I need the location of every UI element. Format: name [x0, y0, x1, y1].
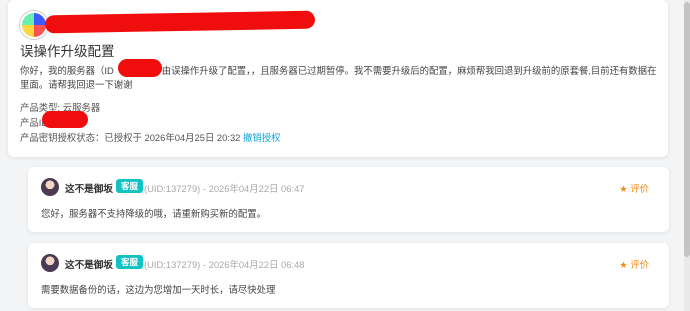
ticket-body-end: 由误操作升级了配置，，且服务器已过期暂停。我不需要升级后的配置，麻烦帮我回退到升… — [20, 65, 657, 90]
agent-name: 这不是御坂 — [65, 260, 113, 271]
staff-badge: 客服 — [116, 255, 144, 269]
reply-text: 您好，服务器不支持降级的哦，请重新购买新的配置。 — [41, 208, 267, 219]
reply-meta: (UID:137279) - 2026年04月22日 06:48 — [144, 259, 305, 270]
reply-meta: (UID:137279) - 2026年04月22日 06:47 — [144, 183, 305, 194]
ticket-body-start: 你好，我的服务器（ID — [20, 65, 114, 76]
auth-status-value: 已授权于 2026年04月25日 20:32 — [104, 132, 241, 143]
redacted-username — [44, 10, 316, 34]
redacted-product-id — [42, 111, 88, 128]
rate-label: 评价 — [630, 183, 649, 194]
scrollbar[interactable] — [684, 0, 690, 311]
redacted-server-id — [118, 59, 162, 77]
user-avatar[interactable] — [20, 11, 48, 39]
agent-avatar — [41, 254, 59, 272]
agent-name: 这不是御坂 — [65, 184, 113, 195]
auth-status-label: 产品密钥授权状态： — [20, 132, 105, 143]
ticket-body: 你好，我的服务器（ID 由误操作升级了配置，，且服务器已过期暂停。我不需要升级后的… — [20, 64, 660, 92]
reply-card: 这不是御坂 客服 (UID:137279) - 2026年04月22日 06:4… — [28, 243, 669, 308]
star-icon: ★ — [619, 259, 628, 270]
reply-card: 这不是御坂 客服 (UID:137279) - 2026年04月22日 06:4… — [28, 167, 669, 232]
star-icon: ★ — [619, 183, 628, 194]
revoke-auth-link[interactable]: 撤销授权 — [243, 132, 281, 143]
staff-badge: 客服 — [116, 179, 144, 193]
auth-status: 产品密钥授权状态：已授权于 2026年04月25日 20:32 撤销授权 — [20, 130, 281, 144]
reply-text: 需要数据备份的话，这边为您增加一天时长，请尽快处理 — [41, 284, 276, 295]
rate-button[interactable]: ★ 评价 — [619, 181, 649, 195]
ticket-title: 误操作升级配置 — [20, 44, 115, 59]
rate-label: 评价 — [630, 259, 649, 270]
ticket-card: 误操作升级配置 你好，我的服务器（ID 由误操作升级了配置，，且服务器已过期暂停。… — [8, 0, 668, 157]
rate-button[interactable]: ★ 评价 — [619, 257, 649, 271]
scrollbar-thumb[interactable] — [684, 2, 690, 257]
agent-avatar — [41, 178, 59, 196]
